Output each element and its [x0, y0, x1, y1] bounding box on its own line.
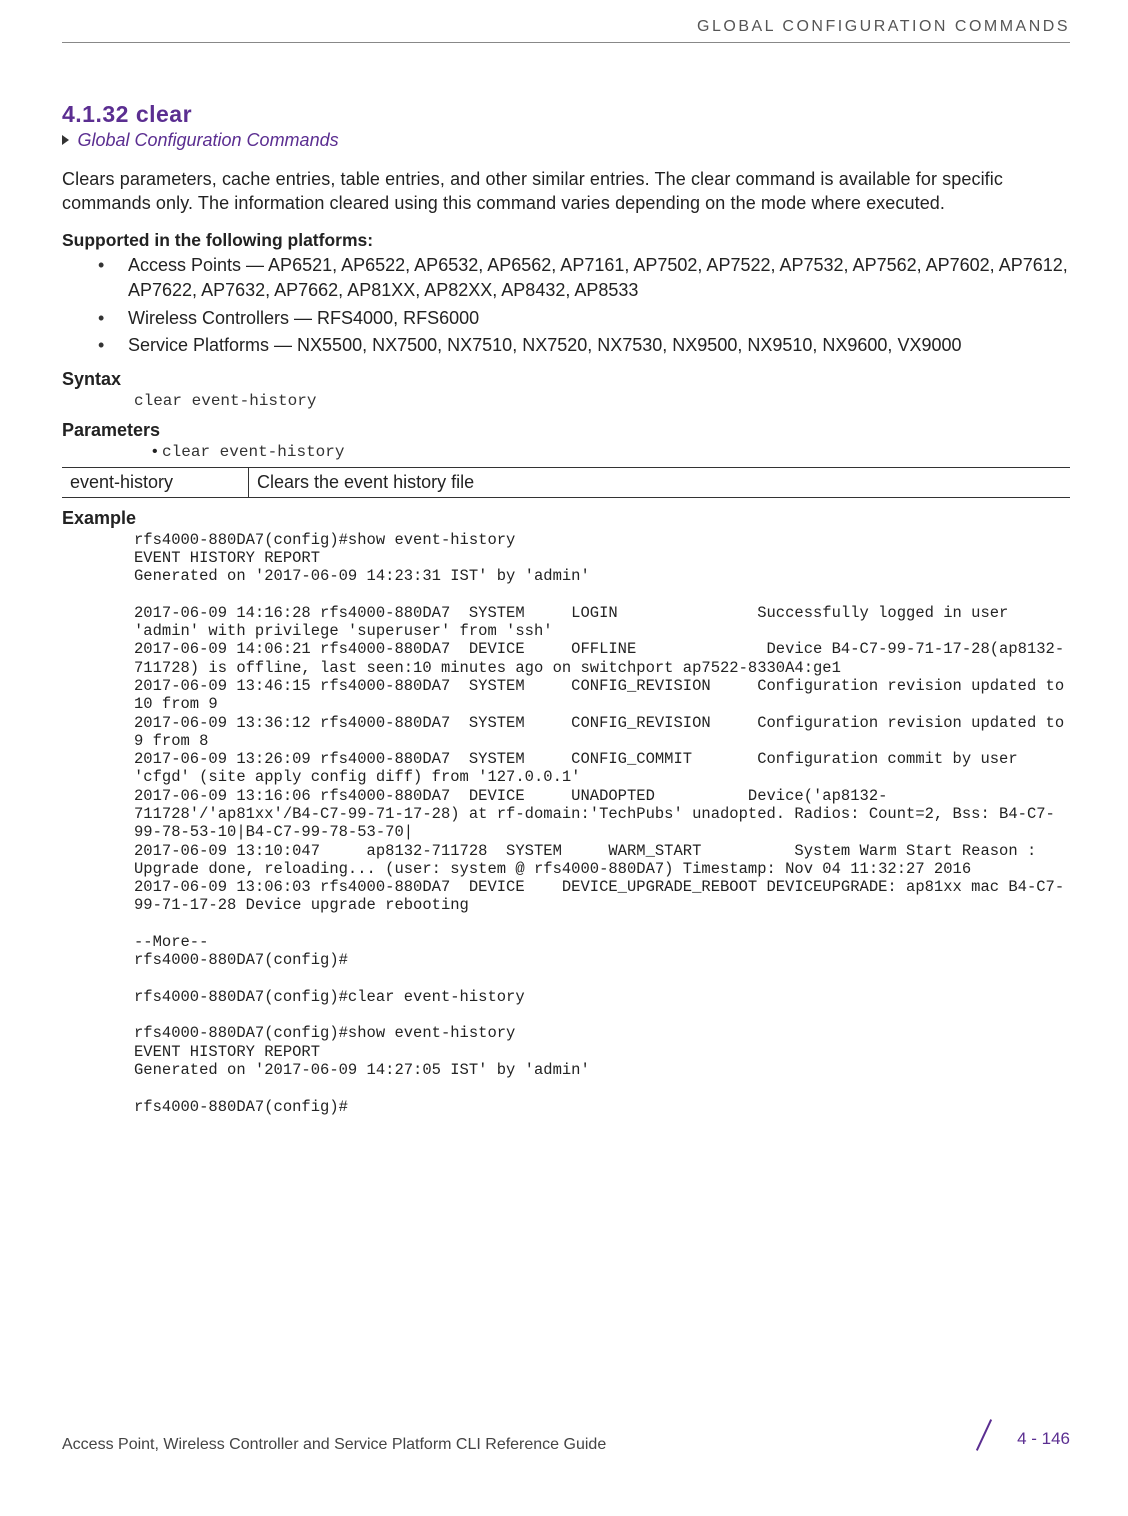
bullet-icon: • [152, 443, 162, 460]
arrow-right-icon [62, 135, 69, 145]
param-code: clear event-history [162, 443, 344, 461]
page-slash-icon [967, 1424, 1003, 1454]
breadcrumb: Global Configuration Commands [62, 130, 1070, 151]
table-row: event-history Clears the event history f… [62, 467, 1070, 497]
supported-heading: Supported in the following platforms: [62, 230, 1070, 251]
running-header: GLOBAL CONFIGURATION COMMANDS [62, 0, 1070, 43]
syntax-label: Syntax [62, 369, 1070, 390]
param-desc-cell: Clears the event history file [249, 467, 1071, 497]
page-footer: Access Point, Wireless Controller and Se… [62, 1424, 1070, 1454]
platform-list: Access Points — AP6521, AP6522, AP6532, … [62, 253, 1070, 359]
breadcrumb-link[interactable]: Global Configuration Commands [77, 130, 338, 150]
param-table: event-history Clears the event history f… [62, 467, 1070, 498]
section-heading: 4.1.32 clear [62, 101, 1070, 128]
page-number: 4 - 146 [1017, 1429, 1070, 1449]
intro-paragraph: Clears parameters, cache entries, table … [62, 167, 1070, 216]
list-item: Access Points — AP6521, AP6522, AP6532, … [98, 253, 1070, 304]
list-item: Wireless Controllers — RFS4000, RFS6000 [98, 306, 1070, 332]
example-label: Example [62, 508, 1070, 529]
list-item: Service Platforms — NX5500, NX7500, NX75… [98, 333, 1070, 359]
parameters-label: Parameters [62, 420, 1070, 441]
param-name-cell: event-history [62, 467, 249, 497]
footer-title: Access Point, Wireless Controller and Se… [62, 1436, 606, 1454]
param-bullet: • clear event-history [62, 443, 1070, 461]
syntax-code: clear event-history [62, 392, 1070, 410]
example-code: rfs4000-880DA7(config)#show event-histor… [62, 531, 1070, 1116]
